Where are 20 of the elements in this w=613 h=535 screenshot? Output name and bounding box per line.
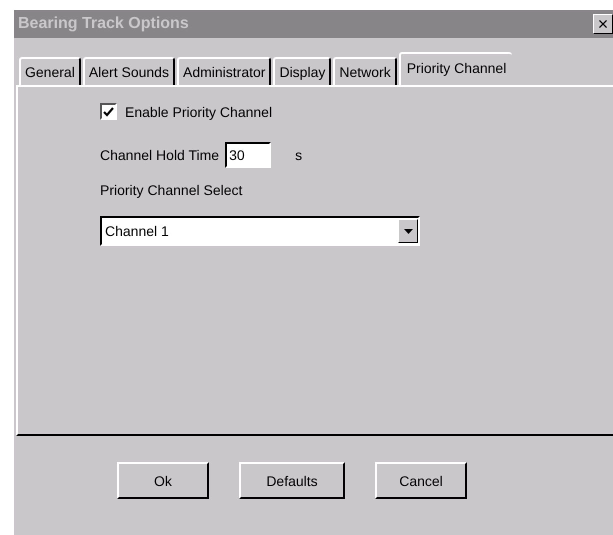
window-title: Bearing Track Options <box>18 15 189 33</box>
tab[interactable]: Administrator <box>176 57 272 85</box>
tab[interactable]: Alert Sounds <box>82 57 175 85</box>
tab[interactable]: Priority Channel <box>398 52 512 85</box>
unit-label: s <box>295 147 302 163</box>
tab[interactable]: Network <box>333 57 397 85</box>
checkbox[interactable] <box>100 103 117 120</box>
dialog-button[interactable]: Ok <box>117 462 209 499</box>
tab[interactable]: Display <box>273 57 332 85</box>
dropdown[interactable]: Channel 1 <box>100 216 420 246</box>
field-label: Channel Hold Time <box>100 147 220 163</box>
tab[interactable]: General <box>19 57 81 85</box>
field-label: Priority Channel Select <box>100 182 244 198</box>
dropdown-arrow-icon <box>404 228 412 234</box>
check-icon <box>103 106 114 116</box>
dialog-button[interactable]: Defaults <box>239 462 345 499</box>
dialog-button[interactable]: Cancel <box>375 462 467 499</box>
input-field[interactable]: 30 <box>225 142 272 168</box>
checkbox-label: Enable Priority Channel <box>125 104 272 120</box>
close-button[interactable]: × <box>593 14 613 34</box>
